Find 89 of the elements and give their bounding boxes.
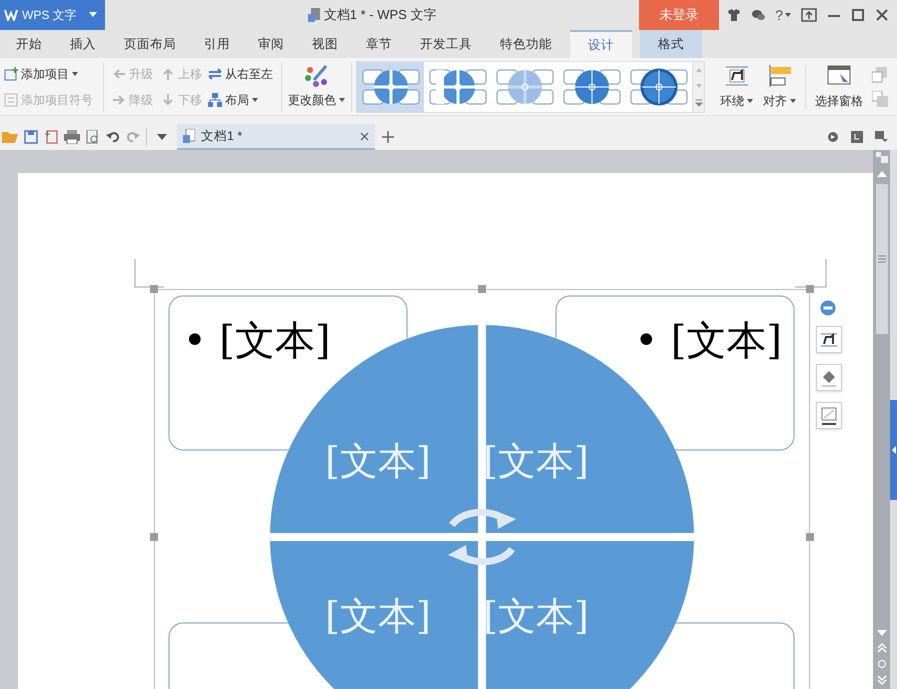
folder-icon[interactable] bbox=[2, 130, 18, 144]
caret-icon bbox=[72, 72, 78, 76]
format-button[interactable] bbox=[816, 326, 842, 353]
ribbon-tab[interactable]: 页面布局 bbox=[114, 30, 186, 58]
caret-icon[interactable] bbox=[89, 12, 97, 18]
undo-icon[interactable] bbox=[106, 130, 120, 144]
document-icon bbox=[183, 129, 195, 143]
bullet-text[interactable]: • [文本] bbox=[582, 316, 782, 366]
bring-forward-icon[interactable] bbox=[872, 66, 888, 82]
ribbon-tab[interactable]: 审阅 bbox=[248, 30, 294, 58]
ribbon-tab[interactable]: 章节 bbox=[356, 30, 402, 58]
command-icon bbox=[161, 66, 175, 80]
scrollbar-thumb[interactable] bbox=[876, 184, 888, 334]
new-tab-icon[interactable] bbox=[381, 130, 395, 144]
command-icon bbox=[208, 92, 222, 106]
command-icon bbox=[208, 66, 222, 80]
grip-icon bbox=[878, 255, 886, 263]
selection-pane-button[interactable]: 选择窗格 bbox=[810, 62, 868, 112]
ribbon-button[interactable]: 添加项目 bbox=[4, 62, 93, 84]
document-tab[interactable]: 文档1 * bbox=[177, 124, 375, 150]
help-button[interactable]: ? bbox=[775, 4, 791, 26]
ribbon-tab[interactable]: 开始 bbox=[6, 30, 52, 58]
resize-handle[interactable] bbox=[806, 533, 814, 541]
scrollbar-track[interactable] bbox=[873, 150, 890, 689]
split-view-icon[interactable] bbox=[876, 152, 888, 164]
upload-icon[interactable] bbox=[801, 8, 817, 22]
command-icon bbox=[766, 64, 792, 88]
resize-handle[interactable] bbox=[478, 285, 486, 293]
ribbon-button[interactable]: 布局 bbox=[208, 88, 273, 110]
caret-icon bbox=[339, 98, 345, 102]
panel-menu-icon[interactable] bbox=[875, 131, 889, 143]
ribbon-tab[interactable]: 插入 bbox=[60, 30, 106, 58]
new-document-icon[interactable] bbox=[44, 130, 58, 144]
style-thumbnail[interactable] bbox=[357, 62, 424, 112]
shirt-icon[interactable] bbox=[727, 8, 742, 22]
command-icon bbox=[724, 64, 750, 88]
command-icon bbox=[826, 64, 852, 88]
ribbon-button[interactable]: 从右至左 bbox=[208, 62, 273, 84]
change-colors-button[interactable]: 更改颜色 bbox=[282, 62, 352, 112]
maximize-icon[interactable] bbox=[851, 8, 865, 22]
cycle-arrow-icon bbox=[448, 545, 515, 566]
printer-icon[interactable] bbox=[64, 130, 80, 144]
dropdown-icon[interactable] bbox=[157, 134, 167, 140]
chat-icon[interactable] bbox=[751, 8, 766, 22]
caret-icon bbox=[747, 98, 753, 102]
ribbon-tab[interactable]: 引用 bbox=[194, 30, 240, 58]
app-menu-button[interactable]: WPS 文字 bbox=[0, 0, 105, 30]
resize-handle[interactable] bbox=[806, 285, 814, 293]
command-icon bbox=[4, 92, 18, 106]
wps-logo-icon bbox=[4, 9, 18, 21]
scroll-up-icon[interactable] bbox=[876, 170, 886, 178]
command-icon bbox=[161, 92, 175, 106]
window-title: 文档1 * - WPS 文字 bbox=[324, 6, 436, 24]
send-backward-icon[interactable] bbox=[872, 90, 888, 106]
caret-icon bbox=[785, 13, 791, 17]
resize-handle[interactable] bbox=[150, 533, 158, 541]
close-icon[interactable] bbox=[875, 8, 889, 22]
next-page-icon[interactable] bbox=[876, 675, 886, 685]
browse-object-icon[interactable] bbox=[876, 659, 886, 669]
wrap-button[interactable]: 环绕 bbox=[715, 62, 758, 112]
redo-icon[interactable] bbox=[126, 130, 140, 144]
ribbon-tab[interactable]: 开发工具 bbox=[410, 30, 482, 58]
bullet-text[interactable]: • [文本] bbox=[183, 316, 383, 366]
smartart-style-icon bbox=[628, 66, 688, 108]
align-button[interactable]: 对齐 bbox=[758, 62, 801, 112]
close-icon[interactable] bbox=[360, 132, 369, 140]
collapse-icon[interactable] bbox=[820, 300, 836, 316]
scroll-down-icon[interactable] bbox=[876, 629, 886, 637]
ribbon-tab[interactable]: 格式 bbox=[640, 30, 702, 58]
format-button[interactable] bbox=[816, 402, 842, 429]
command-icon bbox=[112, 66, 126, 80]
round-icon[interactable] bbox=[827, 131, 839, 143]
side-panel-tab[interactable] bbox=[890, 400, 897, 500]
ribbon-tab[interactable]: 特色功能 bbox=[490, 30, 562, 58]
caret-icon bbox=[790, 98, 796, 102]
save-icon[interactable] bbox=[24, 130, 38, 144]
command-icon bbox=[4, 66, 18, 80]
caret-icon bbox=[252, 98, 258, 102]
square-icon[interactable] bbox=[851, 131, 863, 143]
ribbon-tab[interactable]: 设计 bbox=[570, 30, 632, 58]
command-icon bbox=[112, 92, 126, 106]
cycle-arrow-icon bbox=[449, 508, 516, 529]
previous-page-icon[interactable] bbox=[876, 643, 886, 653]
style-gallery[interactable] bbox=[356, 60, 705, 112]
palette-icon bbox=[304, 64, 330, 88]
document-icon bbox=[308, 8, 320, 22]
resize-handle[interactable] bbox=[150, 285, 158, 293]
print-preview-icon[interactable] bbox=[86, 130, 100, 144]
ribbon-tab[interactable]: 视图 bbox=[302, 30, 348, 58]
